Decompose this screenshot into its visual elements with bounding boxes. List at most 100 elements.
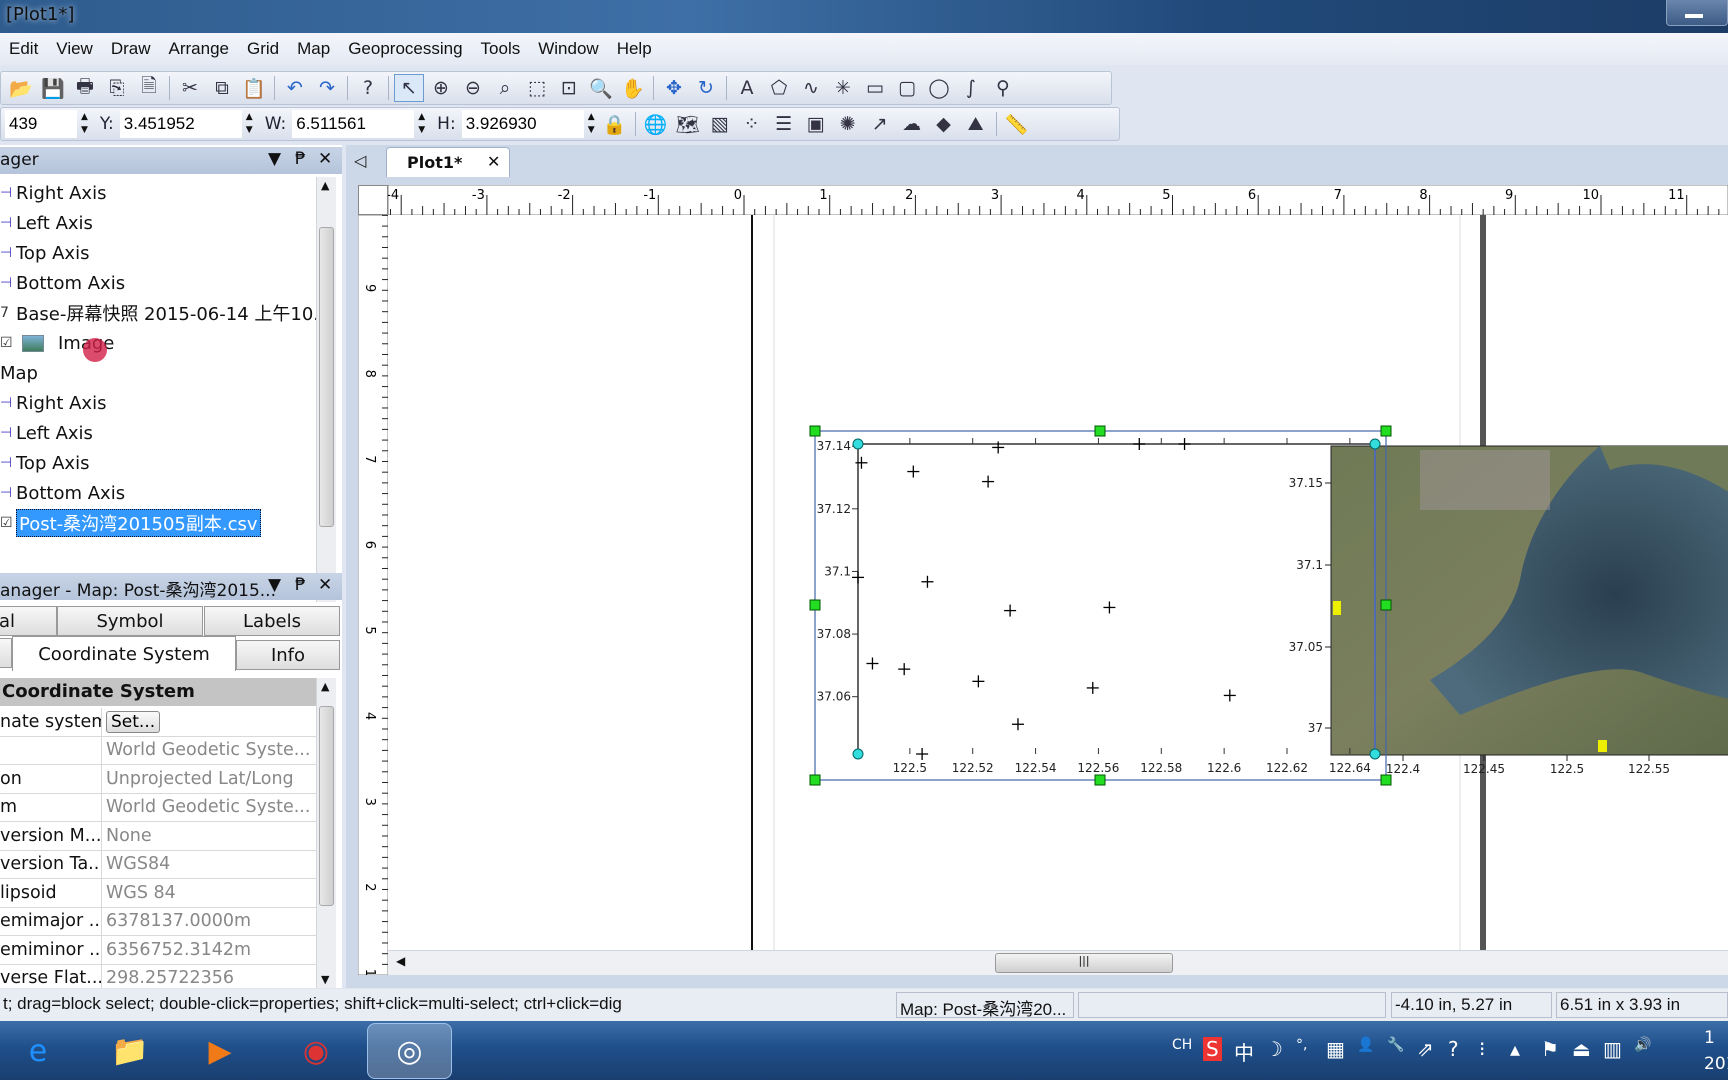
y-spinner[interactable]: ▲ ▼ [246, 111, 253, 137]
resize-handle[interactable] [1094, 425, 1106, 437]
dropdown-icon[interactable]: ▼ [268, 149, 281, 169]
paste-icon[interactable]: 📋 [239, 74, 269, 102]
symbol-icon[interactable]: ✳ [828, 74, 858, 102]
cut-icon[interactable]: ✂ [175, 74, 205, 102]
property-row[interactable]: emiminor ... 6356752.3142m [0, 936, 316, 965]
resize-handle[interactable] [809, 599, 821, 611]
base-map-icon[interactable]: 🌐 [641, 110, 671, 138]
post-symbol[interactable] [982, 475, 995, 488]
surfer-icon[interactable]: ◎ [367, 1023, 452, 1079]
external-icon[interactable]: ⇗ [1417, 1037, 1434, 1061]
volume-icon[interactable]: 🔊 [1634, 1037, 1651, 1053]
pin-icon[interactable]: ₱ [295, 149, 306, 169]
rotation-handle[interactable] [852, 438, 864, 450]
post-symbol[interactable] [916, 748, 929, 760]
vector-map-icon[interactable]: ↗ [865, 110, 895, 138]
resize-handle[interactable] [1380, 774, 1392, 786]
property-scrollbar[interactable]: ▲ ▼ [316, 678, 336, 988]
menu-view[interactable]: View [47, 39, 102, 59]
reshape-icon[interactable]: ⚲ [988, 74, 1018, 102]
x-position-input[interactable] [5, 110, 77, 138]
tree-item-axis[interactable]: ⊣ Left Axis [0, 208, 93, 238]
undo-icon[interactable]: ↶ [280, 74, 310, 102]
chrome-icon[interactable]: ◉ [292, 1027, 340, 1075]
tree-item-axis[interactable]: ⊣ Right Axis [0, 388, 106, 418]
ruler-icon[interactable]: 📏 [1002, 110, 1032, 138]
pin-icon[interactable]: ₱ [295, 575, 306, 595]
property-row[interactable]: version M... None [0, 822, 316, 851]
resize-handle[interactable] [809, 425, 821, 437]
tree-item-post[interactable]: ☑ Post-桑沟湾201505副本.csv [0, 508, 261, 538]
tab-hidden[interactable] [0, 638, 12, 668]
3d-surface-icon[interactable]: ⛰ [961, 110, 991, 138]
print-icon[interactable]: 🖶 [70, 74, 100, 102]
tab-general[interactable]: al [0, 606, 57, 636]
rotation-handle[interactable] [1369, 438, 1381, 450]
post-symbol[interactable] [907, 465, 920, 478]
lock-icon[interactable]: 🔒 [600, 110, 630, 138]
post-symbol[interactable] [1011, 718, 1024, 731]
import-icon[interactable]: 🗎 [134, 74, 164, 102]
moon-icon[interactable]: ☽ [1265, 1037, 1283, 1061]
menu-draw[interactable]: Draw [102, 39, 160, 59]
tray-more-icon[interactable]: ⁝ [1479, 1037, 1485, 1061]
menu-arrange[interactable]: Arrange [160, 39, 238, 59]
surface-icon[interactable]: ☁ [897, 110, 927, 138]
post-symbol[interactable] [1086, 681, 1099, 694]
keyboard-icon[interactable]: ▦ [1326, 1037, 1345, 1061]
polyline-icon[interactable]: ∿ [796, 74, 826, 102]
clock[interactable]: 1 201 [1704, 1025, 1728, 1077]
user-icon[interactable]: 👤 [1357, 1037, 1374, 1053]
sogou-icon[interactable]: S [1203, 1037, 1222, 1061]
tree-item-base[interactable]: 7 Base-屏幕快照 2015-06-14 上午10.5 [0, 298, 330, 328]
contour-map-icon[interactable]: ▧ [705, 110, 735, 138]
tab-coordinate-system[interactable]: Coordinate System [12, 636, 236, 671]
tab-symbol[interactable]: Symbol [57, 606, 203, 636]
tab-labels[interactable]: Labels [204, 606, 340, 636]
rectangle-icon[interactable]: ▭ [860, 74, 890, 102]
height-input[interactable] [461, 110, 584, 138]
menu-tools[interactable]: Tools [472, 39, 530, 59]
scroll-left-icon[interactable]: ◀ [396, 954, 405, 968]
language-icon[interactable]: CH [1172, 1037, 1192, 1053]
menu-geoprocessing[interactable]: Geoprocessing [339, 39, 471, 59]
menu-map[interactable]: Map [288, 39, 339, 59]
rotation-handle[interactable] [852, 748, 864, 760]
show-hidden-icon[interactable]: ▴ [1510, 1037, 1520, 1061]
menu-edit[interactable]: Edit [0, 39, 47, 59]
scroll-thumb[interactable]: ||| [995, 953, 1173, 973]
punctuation-icon[interactable]: °, [1296, 1037, 1307, 1053]
menu-window[interactable]: Window [529, 39, 607, 59]
tree-item-map[interactable]: Map [0, 358, 38, 388]
tab-info[interactable]: Info [236, 640, 340, 670]
post-symbol[interactable] [898, 663, 911, 676]
chinese-input-icon[interactable]: 中 [1234, 1037, 1254, 1066]
spline-icon[interactable]: ∫ [956, 74, 986, 102]
base-map-outline-icon[interactable]: 🗺 [673, 110, 703, 138]
tree-item-image[interactable]: ☑Image [0, 328, 114, 362]
rotation-handle[interactable] [1369, 748, 1381, 760]
3d-wireframe-icon[interactable]: ◆ [929, 110, 959, 138]
tab-scroll-left-icon[interactable]: ◁ [354, 151, 366, 170]
copy-icon[interactable]: ⧉ [207, 74, 237, 102]
resize-handle[interactable] [1094, 774, 1106, 786]
height-spinner[interactable]: ▲ ▼ [588, 111, 595, 137]
post-symbol[interactable] [1004, 604, 1017, 617]
property-row[interactable]: on Unprojected Lat/Long [0, 765, 316, 794]
property-row[interactable]: emimajor ... 6378137.0000m [0, 907, 316, 936]
wrench-icon[interactable]: 🔧 [1387, 1037, 1404, 1053]
zoom-fit-icon[interactable]: ⬚ [522, 74, 552, 102]
save-icon[interactable]: 💾 [38, 74, 68, 102]
zoom-selected-icon[interactable]: ⊡ [554, 74, 584, 102]
help-icon[interactable]: ? [1448, 1037, 1459, 1061]
x-spinner[interactable]: ▲ ▼ [81, 111, 88, 137]
shaded-relief-icon[interactable]: ✺ [833, 110, 863, 138]
action-center-icon[interactable]: ⚑ [1541, 1037, 1559, 1061]
post-symbol[interactable] [921, 575, 934, 588]
plot-canvas[interactable]: 122.4 122.45 122.5 122.55 37.15 37.1 37.05 37 12… [388, 215, 1728, 950]
text-icon[interactable]: A [732, 74, 762, 102]
classed-post-map-icon[interactable]: ☰ [769, 110, 799, 138]
post-symbol[interactable] [1103, 601, 1116, 614]
minimize-button[interactable] [1666, 0, 1728, 26]
post-symbol[interactable] [866, 657, 879, 670]
